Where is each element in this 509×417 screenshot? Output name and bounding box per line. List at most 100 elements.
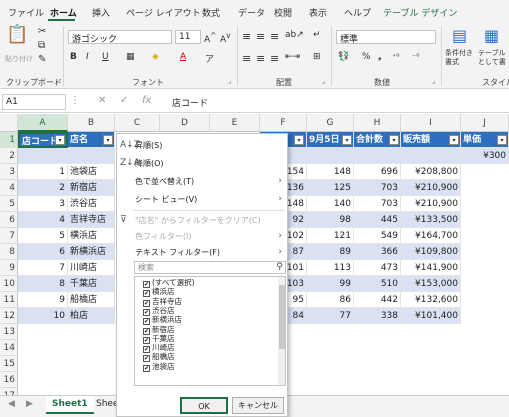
table-cell[interactable]: 1 bbox=[18, 164, 68, 180]
align-middle-icon[interactable]: ≡ bbox=[256, 30, 265, 43]
filter-checkbox-item[interactable]: ✔ 吉祥寺店 bbox=[143, 297, 182, 307]
tab-formulas[interactable]: 数式 bbox=[202, 6, 220, 19]
font-color-button[interactable]: A bbox=[180, 52, 186, 62]
table-cell[interactable]: 10 bbox=[18, 308, 68, 324]
conditional-format-icon[interactable]: ▤ bbox=[452, 26, 467, 45]
format-as-table-button[interactable]: テーブルとして書式設定 bbox=[478, 49, 509, 67]
table-cell[interactable]: 千葉店 bbox=[68, 276, 115, 292]
column-header[interactable]: E bbox=[210, 114, 260, 132]
table-cell[interactable]: ¥210,900 bbox=[401, 196, 461, 212]
table-cell[interactable]: ¥208,800 bbox=[401, 164, 461, 180]
row-header[interactable]: 8 bbox=[0, 244, 18, 260]
column-header[interactable]: F bbox=[260, 114, 307, 132]
table-cell[interactable]: 366 bbox=[354, 244, 401, 260]
table-cell[interactable]: 渋谷店 bbox=[68, 196, 115, 212]
currency-icon[interactable]: 💱 bbox=[338, 52, 349, 62]
row-header[interactable]: 3 bbox=[0, 164, 18, 180]
conditional-format-button[interactable]: 条件付き書式 bbox=[445, 49, 477, 67]
filter-checkbox-item[interactable]: ✔ 池袋店 bbox=[143, 362, 175, 372]
row-header[interactable]: 6 bbox=[0, 212, 18, 228]
table-cell[interactable]: 338 bbox=[354, 308, 401, 324]
table-cell[interactable]: 7 bbox=[18, 260, 68, 276]
table-cell[interactable]: 船橋店 bbox=[68, 292, 115, 308]
align-right-icon[interactable]: ≡ bbox=[270, 52, 279, 65]
table-cell[interactable]: 横浜店 bbox=[68, 228, 115, 244]
table-cell[interactable]: 3 bbox=[18, 196, 68, 212]
table-cell[interactable]: 6 bbox=[18, 244, 68, 260]
dialog-launcher-icon[interactable]: ⌟ bbox=[228, 77, 231, 85]
row-header[interactable]: 2 bbox=[0, 148, 18, 164]
table-cell[interactable]: 442 bbox=[354, 292, 401, 308]
wrap-text-icon[interactable]: ↵ bbox=[313, 30, 321, 40]
column-header[interactable]: D bbox=[160, 114, 210, 132]
table-cell[interactable]: 9 bbox=[18, 292, 68, 308]
select-all-corner[interactable] bbox=[0, 114, 18, 132]
column-header[interactable]: C bbox=[115, 114, 160, 132]
table-cell[interactable]: ¥132,600 bbox=[401, 292, 461, 308]
filter-dropdown-button[interactable]: ▾ bbox=[55, 135, 65, 145]
table-cell[interactable]: 吉祥寺店 bbox=[68, 212, 115, 228]
filter-search-input[interactable]: 検索 ⚲ bbox=[134, 261, 286, 274]
tab-insert[interactable]: 挿入 bbox=[92, 6, 110, 19]
row-header[interactable]: 7 bbox=[0, 228, 18, 244]
table-cell[interactable]: ¥109,800 bbox=[401, 244, 461, 260]
tab-home[interactable]: ホーム bbox=[50, 6, 77, 19]
italic-button[interactable]: I bbox=[86, 52, 89, 62]
copy-icon[interactable]: ⧉ bbox=[38, 40, 45, 51]
table-cell[interactable]: 140 bbox=[307, 196, 354, 212]
paste-button-label[interactable]: 貼り付け bbox=[5, 54, 33, 64]
row-header[interactable]: 4 bbox=[0, 180, 18, 196]
format-as-table-icon[interactable]: ▦ bbox=[484, 26, 499, 45]
scissors-icon[interactable]: ✂ bbox=[38, 26, 46, 37]
table-cell[interactable]: 549 bbox=[354, 228, 401, 244]
table-cell[interactable]: 148 bbox=[307, 164, 354, 180]
table-cell[interactable]: 99 bbox=[307, 276, 354, 292]
confirm-entry-icon[interactable]: ✓ bbox=[120, 95, 128, 106]
row-header[interactable]: 1 bbox=[0, 132, 18, 148]
tab-page-layout[interactable]: ページ レイアウト bbox=[126, 6, 201, 19]
tab-help[interactable]: ヘルプ bbox=[344, 6, 371, 19]
text-filter-item[interactable]: テキスト フィルター(F) › bbox=[117, 244, 287, 261]
table-cell[interactable]: ¥164,700 bbox=[401, 228, 461, 244]
table-cell[interactable]: 77 bbox=[307, 308, 354, 324]
filter-dropdown-button[interactable]: ▾ bbox=[497, 135, 507, 145]
table-cell[interactable]: 125 bbox=[307, 180, 354, 196]
filter-dropdown-button[interactable]: ▾ bbox=[389, 135, 399, 145]
sort-descending-item[interactable]: Z↓A 降順(O) bbox=[117, 155, 287, 172]
table-cell[interactable]: ¥210,900 bbox=[401, 180, 461, 196]
table-cell[interactable]: 113 bbox=[307, 260, 354, 276]
filter-checkbox-item[interactable]: ✔ 渋谷店 bbox=[143, 306, 175, 316]
tab-data[interactable]: データ bbox=[238, 6, 265, 19]
clear-filter-item[interactable]: ⊽ "店名" からフィルターをクリア(C) bbox=[117, 212, 287, 229]
border-icon[interactable]: ▦ bbox=[126, 52, 135, 62]
table-cell[interactable]: 696 bbox=[354, 164, 401, 180]
bold-button[interactable]: B bbox=[70, 52, 77, 62]
sort-by-color-item[interactable]: 色で並べ替え(T) › bbox=[117, 173, 287, 190]
align-center-icon[interactable]: ≡ bbox=[256, 52, 265, 65]
table-cell[interactable]: 5 bbox=[18, 228, 68, 244]
list-scrollbar[interactable] bbox=[278, 277, 285, 385]
table-cell[interactable]: 池袋店 bbox=[68, 164, 115, 180]
prev-sheet-icon[interactable]: ◀ bbox=[8, 399, 15, 409]
underline-button[interactable]: U bbox=[102, 52, 109, 62]
filter-checkbox-item[interactable]: ✔ 船橋店 bbox=[143, 352, 175, 363]
filter-dropdown-button[interactable]: ▾ bbox=[103, 135, 113, 145]
insert-function-icon[interactable]: fx bbox=[142, 95, 151, 106]
filter-checkbox-item[interactable]: ✔ (すべて選択) bbox=[143, 278, 195, 288]
increase-decimal-icon[interactable]: ⁺⁰ bbox=[392, 52, 399, 61]
dialog-launcher-icon[interactable]: ⌟ bbox=[322, 77, 325, 85]
orientation-icon[interactable]: ab↗ bbox=[285, 30, 304, 40]
table-cell[interactable]: ¥133,500 bbox=[401, 212, 461, 228]
decrease-decimal-icon[interactable]: ⁻⁰ bbox=[412, 52, 419, 61]
row-header[interactable]: 17 bbox=[0, 388, 18, 395]
table-cell[interactable] bbox=[18, 148, 115, 164]
name-box[interactable]: A1 bbox=[2, 94, 66, 110]
column-header[interactable]: H bbox=[354, 114, 401, 132]
format-painter-icon[interactable]: ✎ bbox=[38, 54, 46, 65]
filter-checkbox-item[interactable]: ✔ 新宿店 bbox=[143, 325, 175, 335]
merge-icon[interactable]: ⊞ bbox=[313, 52, 321, 62]
color-filter-item[interactable]: 色フィルター(I) › bbox=[117, 228, 287, 245]
tab-table-design[interactable]: テーブル デザイン bbox=[383, 6, 457, 19]
row-header[interactable]: 15 bbox=[0, 356, 18, 372]
row-header[interactable]: 9 bbox=[0, 260, 18, 276]
